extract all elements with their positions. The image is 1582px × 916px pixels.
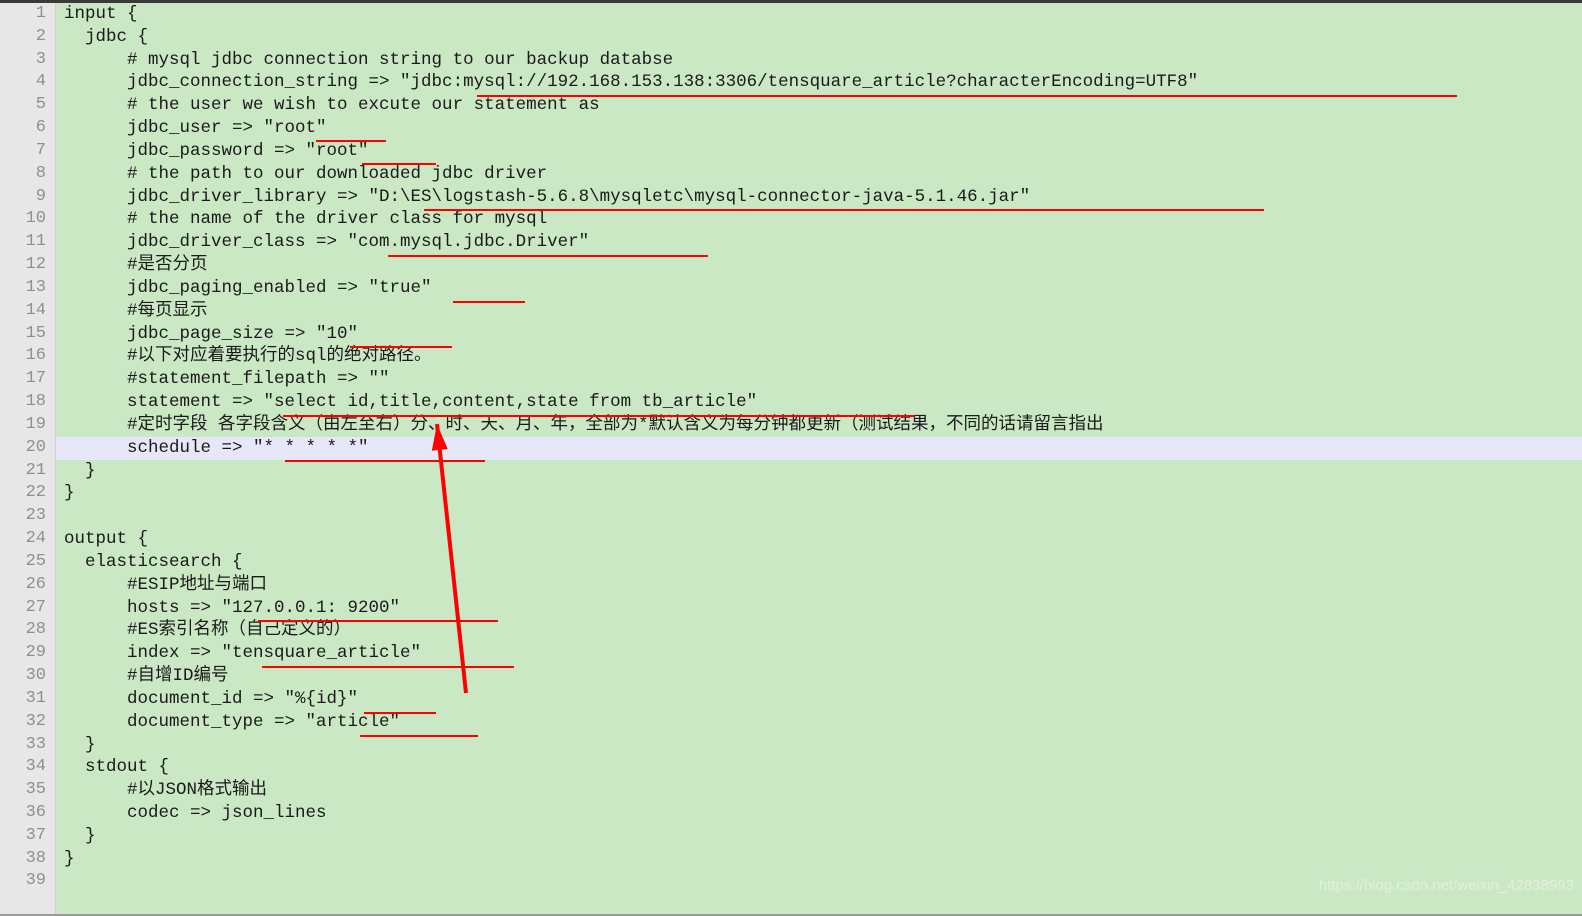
line-number: 12 [25, 255, 46, 275]
jdbc-connection-string-underline [477, 95, 1457, 97]
code-line[interactable]: jdbc_page_size => "10" [56, 323, 1582, 346]
code-line[interactable]: #以JSON格式输出 [56, 779, 1582, 802]
code-line[interactable]: jdbc_paging_enabled => "true" [56, 277, 1582, 300]
code-line[interactable]: elasticsearch { [56, 551, 1582, 574]
code-line[interactable]: #ES索引名称（自己定义的） [56, 619, 1582, 642]
line-number: 39 [25, 871, 46, 891]
code-line[interactable]: } [56, 482, 1582, 505]
code-line[interactable]: jdbc_user => "root" [56, 117, 1582, 140]
line-number: 18 [25, 392, 46, 412]
line-number: 7 [35, 140, 46, 160]
line-number: 20 [25, 437, 46, 457]
line-number: 10 [25, 209, 46, 229]
code-line[interactable]: #以下对应着要执行的sql的绝对路径。 [56, 345, 1582, 368]
line-number: 16 [25, 346, 46, 366]
line-number: 28 [25, 620, 46, 640]
code-line[interactable]: #每页显示 [56, 300, 1582, 323]
line-number: 29 [25, 643, 46, 663]
code-line[interactable]: codec => json_lines [56, 802, 1582, 825]
code-line[interactable]: #自增ID编号 [56, 665, 1582, 688]
code-line[interactable]: schedule => "* * * * *" [56, 436, 1582, 460]
code-line[interactable] [56, 505, 1582, 528]
line-number: 6 [35, 118, 46, 138]
line-number: 2 [35, 26, 46, 46]
line-number: 38 [25, 848, 46, 868]
code-line[interactable]: input { [56, 3, 1582, 26]
line-number: 26 [25, 574, 46, 594]
jdbc-paging-enabled-underline [453, 301, 525, 303]
jdbc-driver-library-underline [424, 209, 1264, 211]
line-number: 22 [25, 483, 46, 503]
line-number: 15 [25, 323, 46, 343]
code-screenshot: 1 2 3 4 5 6 7 8 9 10 11 12 13 14 15 16 17 18 19 20 21 22 23 24 2… [0, 0, 1582, 916]
line-number: 23 [25, 506, 46, 526]
code-line[interactable]: jdbc_driver_library => "D:\ES\logstash-5… [56, 186, 1582, 209]
line-number: 14 [25, 300, 46, 320]
code-line[interactable]: } [56, 825, 1582, 848]
hosts-underline [258, 620, 498, 622]
code-line[interactable]: #ESIP地址与端口 [56, 574, 1582, 597]
code-line[interactable]: jdbc_driver_class => "com.mysql.jdbc.Dri… [56, 231, 1582, 254]
line-number: 9 [35, 186, 46, 206]
document-id-underline [364, 712, 436, 714]
line-number: 3 [35, 49, 46, 69]
code-line[interactable]: statement => "select id,title,content,st… [56, 391, 1582, 414]
line-number: 4 [35, 72, 46, 92]
line-number: 34 [25, 757, 46, 777]
code-line[interactable]: jdbc { [56, 26, 1582, 49]
code-line[interactable]: # the name of the driver class for mysql [56, 208, 1582, 231]
code-line[interactable]: #statement_filepath => "" [56, 368, 1582, 391]
line-number: 21 [25, 460, 46, 480]
code-line[interactable]: # mysql jdbc connection string to our ba… [56, 49, 1582, 72]
code-line[interactable]: } [56, 734, 1582, 757]
line-number: 36 [25, 802, 46, 822]
statement-underline [283, 415, 915, 417]
code-line[interactable]: } [56, 848, 1582, 871]
line-number: 1 [35, 4, 46, 23]
code-line[interactable]: document_type => "article" [56, 711, 1582, 734]
index-underline [262, 666, 514, 668]
line-number: 25 [25, 551, 46, 571]
code-line[interactable]: # the path to our downloaded jdbc driver [56, 163, 1582, 186]
schedule-underline [285, 460, 485, 462]
code-line[interactable]: } [56, 460, 1582, 483]
line-number: 13 [25, 277, 46, 297]
jdbc-user-value-underline [316, 140, 386, 142]
code-line[interactable]: #是否分页 [56, 254, 1582, 277]
code-line[interactable]: stdout { [56, 756, 1582, 779]
line-number: 33 [25, 734, 46, 754]
line-number: 35 [25, 780, 46, 800]
code-line[interactable]: # the user we wish to excute our stateme… [56, 94, 1582, 117]
jdbc-page-size-underline [350, 346, 452, 348]
line-number: 27 [25, 597, 46, 617]
line-number: 8 [35, 163, 46, 183]
code-line[interactable]: #定时字段 各字段含义（由左至右）分、时、天、月、年，全部为*默认含义为每分钟都… [56, 414, 1582, 437]
line-number: 11 [25, 232, 46, 252]
code-line[interactable]: output { [56, 528, 1582, 551]
line-number: 17 [25, 369, 46, 389]
line-number: 5 [35, 95, 46, 115]
line-number: 32 [25, 711, 46, 731]
code-line[interactable]: jdbc_password => "root" [56, 140, 1582, 163]
document-type-underline [360, 735, 478, 737]
code-line[interactable]: document_id => "%{id}" [56, 688, 1582, 711]
line-number: 19 [25, 414, 46, 434]
watermark-text: https://blog.csdn.net/weixin_42838993 [1318, 877, 1574, 894]
jdbc-password-value-underline [362, 163, 436, 165]
line-number-gutter: 1 2 3 4 5 6 7 8 9 10 11 12 13 14 15 16 17 18 19 20 21 22 23 24 2… [0, 3, 56, 916]
line-number: 24 [25, 529, 46, 549]
line-number: 37 [25, 825, 46, 845]
line-number: 31 [25, 688, 46, 708]
code-line[interactable]: hosts => "127.0.0.1: 9200" [56, 597, 1582, 620]
line-number: 30 [25, 666, 46, 686]
code-line[interactable]: jdbc_connection_string => "jdbc:mysql://… [56, 71, 1582, 94]
jdbc-driver-class-underline [388, 255, 708, 257]
code-line[interactable]: index => "tensquare_article" [56, 642, 1582, 665]
